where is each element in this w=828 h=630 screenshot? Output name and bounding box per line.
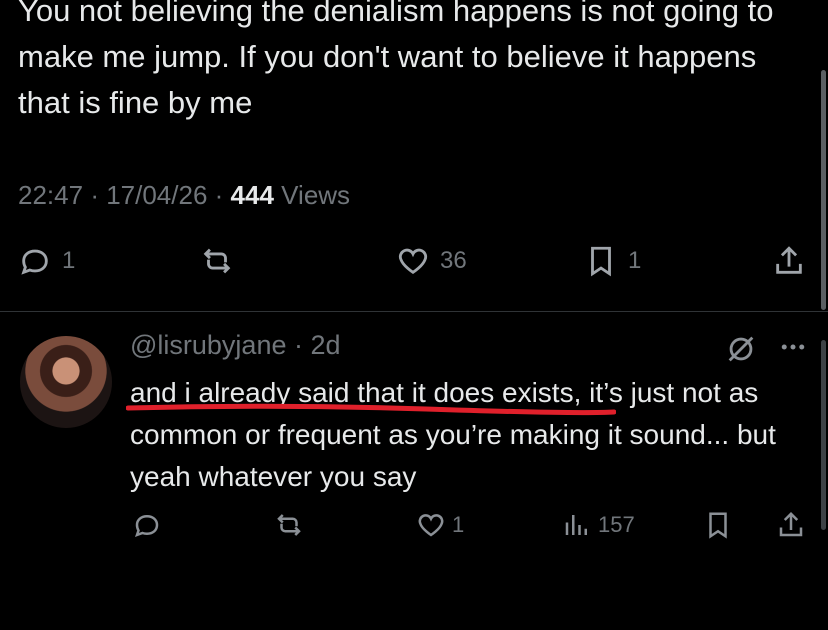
meta-separator: · bbox=[294, 330, 311, 360]
tweet-date: 17/04/26 bbox=[106, 180, 208, 210]
tweet-time: 22:47 bbox=[18, 180, 84, 210]
tweet-text: You not believing the denialism happens … bbox=[18, 0, 774, 120]
share-button[interactable] bbox=[772, 244, 806, 278]
meta-separator: · bbox=[90, 180, 107, 210]
bookmark-icon bbox=[591, 246, 611, 277]
like-count: 36 bbox=[440, 247, 467, 274]
reply-actions: 1 157 bbox=[0, 510, 828, 550]
scrollbar[interactable] bbox=[821, 70, 826, 310]
like-button[interactable]: 36 bbox=[396, 244, 467, 278]
heart-icon bbox=[418, 514, 444, 537]
muted-conversation-icon[interactable] bbox=[724, 332, 758, 366]
reply-text: and i already said that it does exists, … bbox=[130, 377, 776, 492]
views-label: Views bbox=[281, 180, 351, 210]
reply-views-count: 157 bbox=[598, 512, 635, 537]
retweet-icon bbox=[277, 514, 301, 536]
reply-like-button[interactable]: 1 bbox=[416, 510, 464, 540]
reply-icon bbox=[134, 514, 159, 538]
reply-age: 2d bbox=[310, 330, 341, 360]
reply-views-button[interactable]: 157 bbox=[562, 510, 635, 540]
red-underline-annotation bbox=[126, 403, 616, 416]
views-icon bbox=[565, 515, 587, 535]
views-count: 444 bbox=[230, 180, 274, 210]
retweet-icon bbox=[203, 248, 231, 274]
avatar[interactable] bbox=[20, 336, 112, 428]
reply-count: 1 bbox=[62, 247, 76, 274]
reply-retweet-button[interactable] bbox=[274, 510, 304, 540]
reply-handle[interactable]: @lisrubyjane bbox=[130, 330, 286, 360]
tweet-actions: 1 36 1 bbox=[0, 244, 828, 294]
reply-reply-button[interactable] bbox=[132, 510, 162, 540]
reply-like-count: 1 bbox=[452, 512, 465, 537]
reply-icon bbox=[21, 249, 48, 275]
divider bbox=[0, 311, 828, 312]
bookmark-button[interactable]: 1 bbox=[584, 244, 641, 278]
share-icon bbox=[776, 246, 802, 274]
reply-header: @lisrubyjane · 2d bbox=[130, 330, 341, 361]
more-icon[interactable] bbox=[778, 332, 808, 362]
reply-button[interactable]: 1 bbox=[18, 244, 75, 278]
heart-icon bbox=[398, 248, 428, 275]
bookmark-count: 1 bbox=[628, 247, 642, 274]
bookmark-icon bbox=[709, 512, 727, 539]
reply-bookmark-button[interactable] bbox=[703, 510, 733, 540]
retweet-button[interactable] bbox=[200, 244, 234, 278]
share-icon bbox=[779, 511, 803, 537]
reply-share-button[interactable] bbox=[776, 510, 806, 540]
tweet-meta: 22:47 · 17/04/26 · 444 Views bbox=[18, 180, 350, 211]
meta-separator: · bbox=[214, 180, 231, 210]
scrollbar[interactable] bbox=[821, 340, 826, 530]
